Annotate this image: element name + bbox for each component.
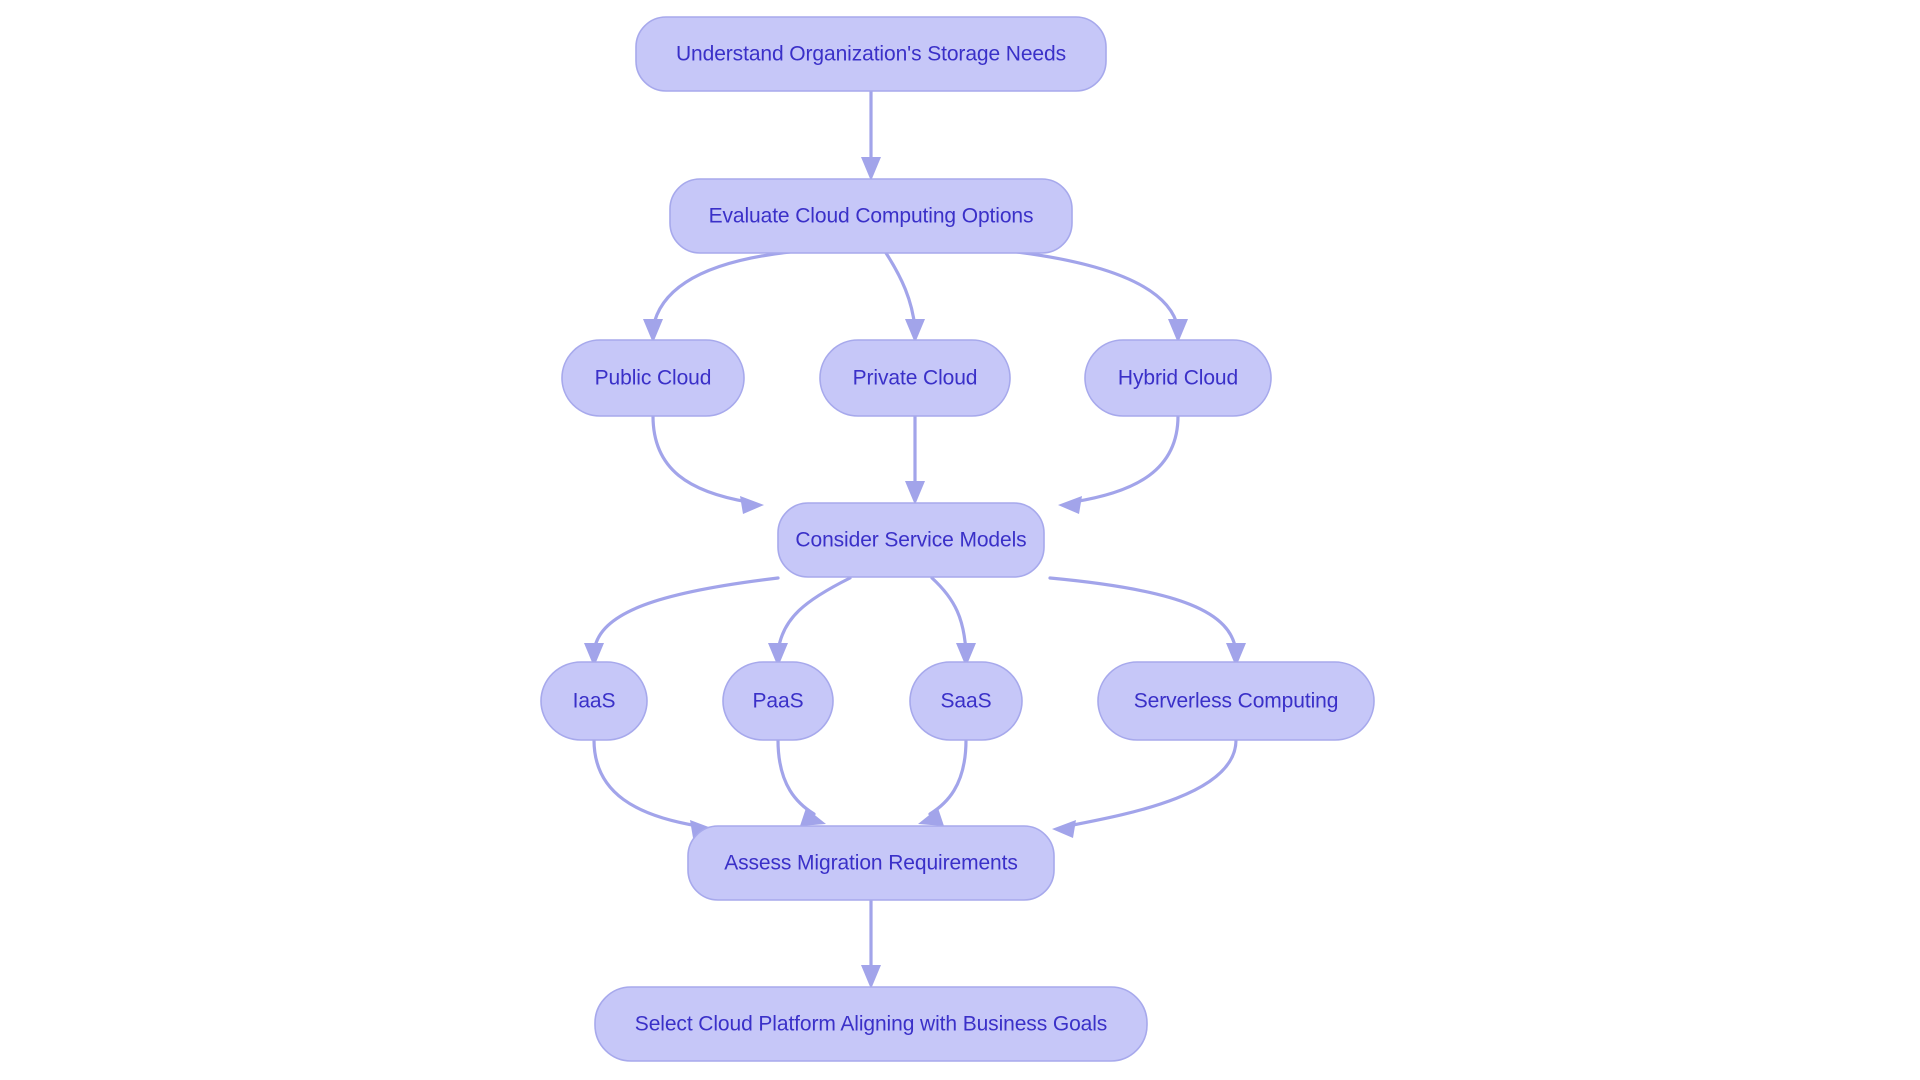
node-label-iaas: IaaS <box>573 690 616 713</box>
edge-hybrid-cloud-to-consider-service-models <box>1058 414 1180 514</box>
node-understand-storage-needs[interactable]: Understand Organization's Storage Needs <box>635 16 1107 92</box>
node-label-select-cloud-platform: Select Cloud Platform Aligning with Busi… <box>635 1013 1107 1036</box>
node-label-evaluate-cloud-computing-options: Evaluate Cloud Computing Options <box>709 205 1034 228</box>
node-hybrid-cloud[interactable]: Hybrid Cloud <box>1084 339 1272 417</box>
node-label-assess-migration-requirements: Assess Migration Requirements <box>724 852 1018 875</box>
node-evaluate-cloud-computing-options[interactable]: Evaluate Cloud Computing Options <box>669 178 1073 254</box>
edge-consider-service-models-to-paas <box>768 576 852 667</box>
node-private-cloud[interactable]: Private Cloud <box>819 339 1011 417</box>
edge-evaluate-to-hybrid-cloud <box>998 248 1188 343</box>
edge-serverless-computing-to-assess-migration <box>1052 738 1238 838</box>
node-assess-migration-requirements[interactable]: Assess Migration Requirements <box>687 825 1055 901</box>
node-public-cloud[interactable]: Public Cloud <box>561 339 745 417</box>
edge-public-cloud-to-consider-service-models <box>651 414 764 514</box>
edge-saas-to-assess-migration <box>918 738 968 826</box>
node-label-paas: PaaS <box>753 690 804 713</box>
node-serverless-computing[interactable]: Serverless Computing <box>1097 661 1375 741</box>
node-label-hybrid-cloud: Hybrid Cloud <box>1118 367 1238 390</box>
edge-paas-to-assess-migration <box>776 738 826 826</box>
node-paas[interactable]: PaaS <box>722 661 834 741</box>
edge-private-cloud-to-consider-service-models <box>905 414 925 505</box>
node-label-public-cloud: Public Cloud <box>595 367 712 390</box>
node-layer: Understand Organization's Storage Needs … <box>540 16 1375 1062</box>
edge-iaas-to-assess-migration <box>592 738 714 838</box>
node-select-cloud-platform[interactable]: Select Cloud Platform Aligning with Busi… <box>594 986 1148 1062</box>
node-label-serverless-computing: Serverless Computing <box>1134 690 1339 713</box>
edge-assess-migration-to-select-cloud-platform <box>861 898 881 989</box>
node-iaas[interactable]: IaaS <box>540 661 648 741</box>
node-label-private-cloud: Private Cloud <box>853 367 978 390</box>
node-consider-service-models[interactable]: Consider Service Models <box>777 502 1045 578</box>
node-label-consider-service-models: Consider Service Models <box>795 529 1026 552</box>
node-label-understand-storage-needs: Understand Organization's Storage Needs <box>676 43 1066 66</box>
edge-evaluate-to-public-cloud <box>643 250 792 343</box>
flowchart-svg: Understand Organization's Storage Needs … <box>540 16 1375 1062</box>
edge-understand-to-evaluate <box>861 89 881 181</box>
flowchart-canvas: Understand Organization's Storage Needs … <box>0 0 1920 1080</box>
edge-consider-service-models-to-serverless-computing <box>1048 576 1246 667</box>
node-label-saas: SaaS <box>941 690 992 713</box>
edge-consider-service-models-to-saas <box>930 576 976 667</box>
edge-evaluate-to-private-cloud <box>884 251 925 343</box>
edge-consider-service-models-to-iaas <box>584 576 780 667</box>
node-saas[interactable]: SaaS <box>909 661 1023 741</box>
